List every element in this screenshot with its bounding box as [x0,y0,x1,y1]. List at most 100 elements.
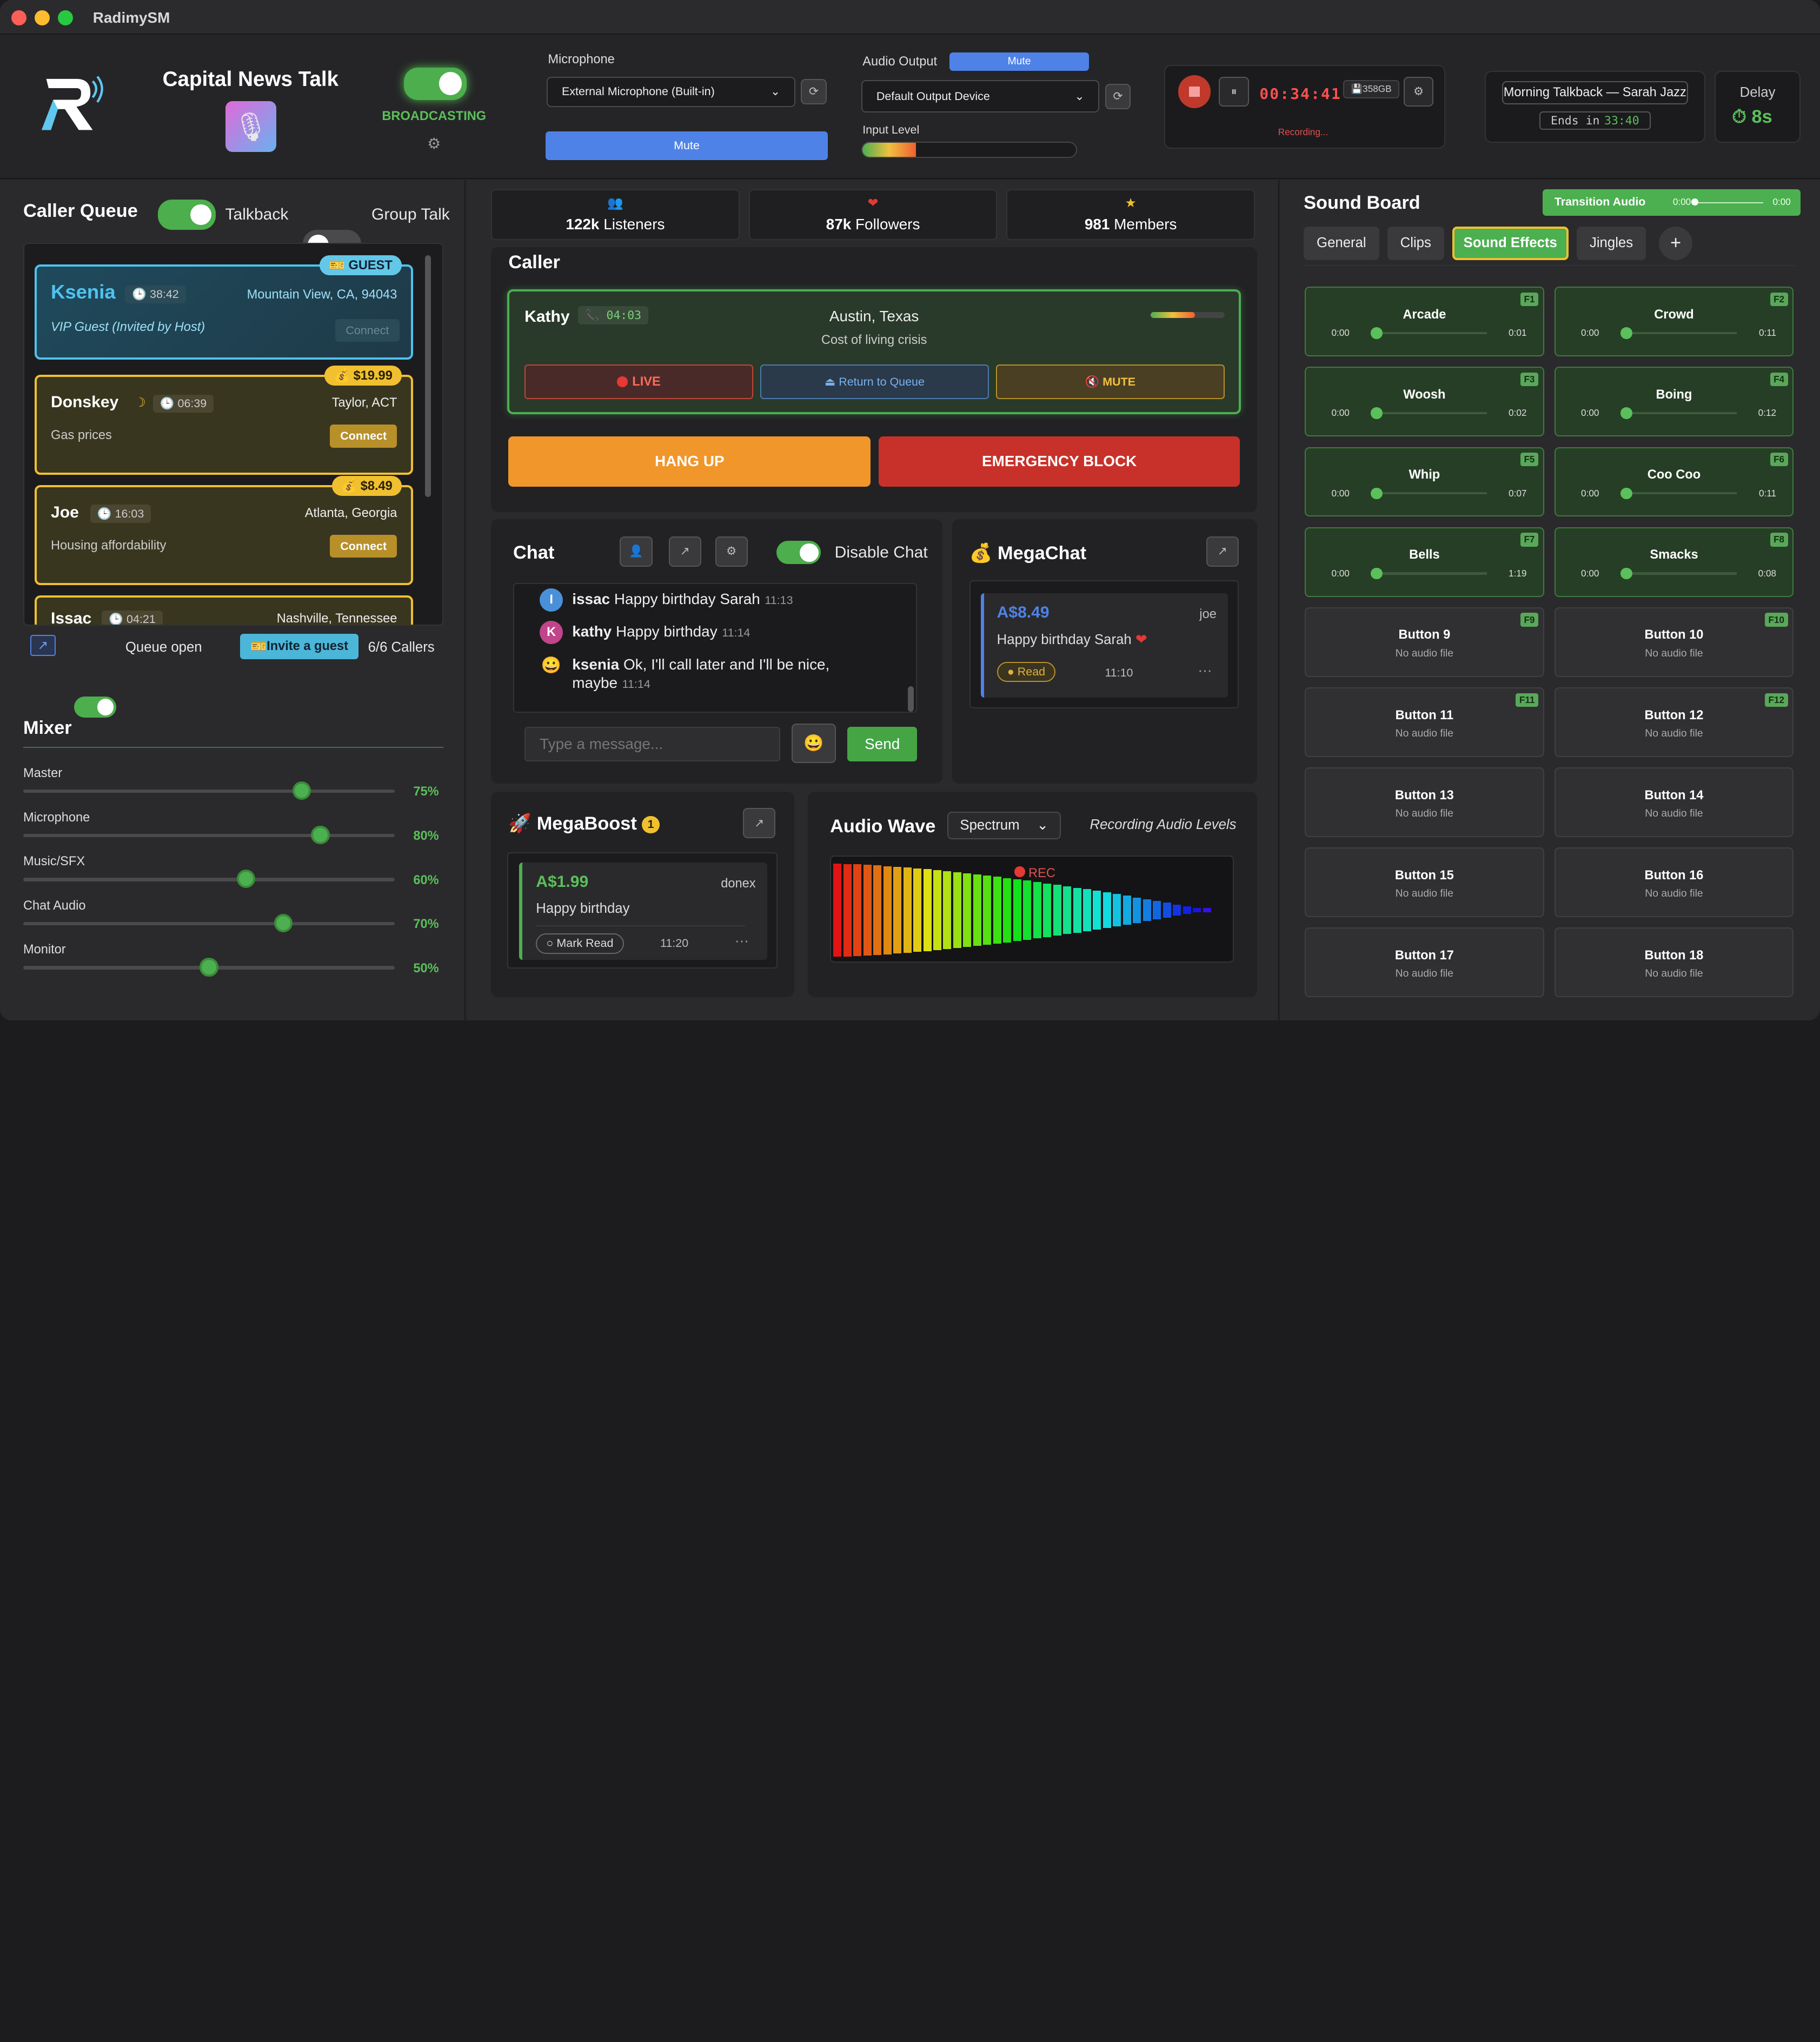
spectrum-bar [1063,886,1072,934]
caller-card[interactable]: Issac 🕒 04:21 Nashville, Tennessee [35,595,414,625]
read-badge[interactable]: ● Read [997,661,1056,682]
add-tab-button[interactable]: + [1659,226,1693,260]
popout-icon[interactable]: ↗ [743,808,776,839]
sound-button[interactable]: F10 Button 10 No audio file [1554,607,1794,677]
sound-button[interactable]: F5 Whip 0:00 0:07 [1305,447,1544,517]
recorder-settings-gear-icon[interactable]: ⚙ [1403,76,1434,107]
tab-clips[interactable]: Clips [1387,226,1444,260]
pause-icon[interactable]: ⏸ [1219,76,1249,107]
sound-progress-knob[interactable] [1371,487,1383,500]
sound-button[interactable]: F6 Coo Coo 0:00 0:11 [1554,447,1794,517]
transition-audio-control[interactable]: Transition Audio 0:00 0:00 [1543,189,1801,216]
mixer-slider-knob[interactable] [274,913,293,933]
moon-icon: ☽ [134,395,146,410]
maximize-window-button[interactable] [58,10,74,26]
popout-icon[interactable]: ↗ [1206,536,1239,567]
chat-messages: Iissac Happy birthday Sarah 11:13 Kkathy … [513,582,918,713]
user-icon[interactable]: 👤 [620,536,653,567]
sound-button[interactable]: Button 15 No audio file [1305,847,1544,918]
mixer-slider-knob[interactable] [200,958,218,977]
transition-knob[interactable] [1691,198,1699,205]
queue-open-toggle[interactable] [74,697,116,718]
popout-icon[interactable]: ↗ [30,635,56,657]
sound-button[interactable]: F12 Button 12 No audio file [1554,687,1794,757]
caller-card[interactable]: 🎫 GUEST Ksenia 🕒 38:42 Mountain View, CA… [35,255,414,360]
caller-wait-value: 16:03 [115,507,144,520]
sound-button[interactable]: F9 Button 9 No audio file [1305,607,1544,677]
sound-progress-knob[interactable] [1620,327,1632,339]
sound-progress-knob[interactable] [1620,487,1632,500]
megaboost-title-label: MegaBoost [536,813,637,834]
sound-button[interactable]: F1 Arcade 0:00 0:01 [1305,287,1544,357]
queue-scrollbar[interactable] [424,255,431,497]
live-button[interactable]: LIVE [524,364,754,400]
mark-read-button[interactable]: ○ Mark Read [536,933,624,954]
tab-sound-effects[interactable]: Sound Effects [1452,226,1569,260]
connect-button[interactable]: Connect [329,535,397,558]
sound-button[interactable]: F3 Woosh 0:00 0:02 [1305,367,1544,437]
caller-location: Atlanta, Georgia [304,506,397,520]
caller-card[interactable]: 💰 $8.49 Joe 🕒 16:03 Atlanta, Georgia Hou… [35,475,414,585]
hotkey-badge: F12 [1765,693,1788,707]
connect-button[interactable]: Connect [329,425,397,448]
sound-button[interactable]: F2 Crowd 0:00 0:11 [1554,287,1794,357]
sound-progress-knob[interactable] [1371,407,1383,419]
popout-icon[interactable]: ↗ [668,536,701,567]
mute-caller-button[interactable]: 🔇 MUTE [995,364,1225,400]
talkback-toggle[interactable] [157,200,216,230]
audio-output-mute-button[interactable]: Mute [949,52,1089,71]
mixer-slider-knob[interactable] [311,825,330,844]
sound-button[interactable]: Button 14 No audio file [1554,767,1794,837]
sound-button[interactable]: F7 Bells 0:00 1:19 [1305,527,1544,597]
microphone-select[interactable]: External Microphone (Built-in) ⌄ [547,76,795,107]
return-to-queue-button[interactable]: ⏏ Return to Queue [760,364,989,400]
mixer-slider-track [23,833,395,837]
broadcast-toggle[interactable] [404,67,467,100]
sound-end-time: 0:01 [1509,327,1527,339]
hang-up-button[interactable]: HANG UP [508,436,871,487]
record-stop-button[interactable] [1178,75,1211,108]
microphone-refresh-icon[interactable]: ⟳ [801,78,827,105]
stat-value: 87k Followers [750,216,996,233]
sound-button[interactable]: F8 Smacks 0:00 0:08 [1554,527,1794,597]
audio-output-refresh-icon[interactable]: ⟳ [1105,83,1131,109]
sound-button[interactable]: Button 16 No audio file [1554,847,1794,918]
audio-output-select[interactable]: Default Output Device ⌄ [861,80,1100,113]
wave-mode-select[interactable]: Spectrum ⌄ [947,811,1061,840]
mixer-slider-knob[interactable] [236,870,256,889]
chat-message-input[interactable] [524,727,780,762]
caller-card[interactable]: 💰 $19.99 Donskey ☽ 🕒 06:39 Taylor, ACT G… [35,365,414,475]
caller-panel-title: Caller [508,251,560,273]
sound-progress-knob[interactable] [1620,407,1632,419]
mixer-slider-knob[interactable] [293,781,311,800]
sound-progress-knob[interactable] [1371,327,1383,339]
close-window-button[interactable] [11,10,27,26]
connect-button[interactable]: Connect [335,319,400,342]
send-button[interactable]: Send [847,727,918,762]
tab-jingles[interactable]: Jingles [1576,226,1646,260]
tab-general[interactable]: General [1304,226,1379,260]
emergency-block-button[interactable]: EMERGENCY BLOCK [879,436,1240,487]
microphone-mute-button[interactable]: Mute [546,131,828,161]
delay-label: Delay [1739,84,1776,100]
sound-button[interactable]: Button 13 No audio file [1305,767,1544,837]
sound-progress-knob[interactable] [1371,567,1383,580]
mixer-slider-track [23,878,395,881]
caller-wait-time: 🕒 38:42 [125,285,186,304]
chat-settings-gear-icon[interactable]: ⚙ [715,536,748,567]
delay-amount: 8s [1751,107,1772,128]
sound-progress-knob[interactable] [1620,567,1632,580]
more-options-icon[interactable]: ⋯ [1198,663,1212,679]
sound-button[interactable]: F11 Button 11 No audio file [1305,687,1544,757]
invite-guest-label: Invite a guest [267,639,349,654]
sound-button[interactable]: Button 18 No audio file [1554,927,1794,998]
sound-button[interactable]: F4 Boing 0:00 0:12 [1554,367,1794,437]
settings-gear-icon[interactable]: ⚙ [427,135,441,153]
chat-scrollbar[interactable] [908,686,914,712]
more-options-icon[interactable]: ⋯ [735,933,749,950]
emoji-icon[interactable]: 😀 [792,723,836,763]
sound-button[interactable]: Button 17 No audio file [1305,927,1544,998]
invite-guest-button[interactable]: 🎫 Invite a guest [240,634,359,660]
minimize-window-button[interactable] [35,10,50,26]
disable-chat-toggle[interactable] [776,541,821,565]
